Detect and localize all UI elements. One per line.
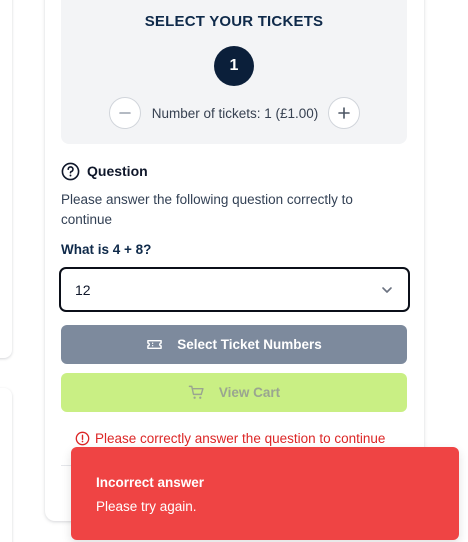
ticket-count-label: Number of tickets: 1 (£1.00) [151,106,319,121]
decrease-tickets-button[interactable] [109,97,141,129]
question-title: Question [87,163,148,179]
answer-selected-value: 12 [75,281,91,298]
cart-icon [188,385,204,399]
question-circle-icon [61,162,80,180]
side-card-top [0,0,12,358]
validation-error: Please correctly answer the question to … [75,431,385,446]
question-header: Question [61,161,148,181]
select-ticket-numbers-label: Select Ticket Numbers [177,337,322,352]
view-cart-label: View Cart [218,385,281,400]
toast-message: Please try again. [96,499,197,514]
error-toast[interactable]: Incorrect answer Please try again. [71,447,459,540]
toast-title: Incorrect answer [96,475,205,490]
select-ticket-numbers-button[interactable]: Select Ticket Numbers [61,325,407,364]
ticket-count-display: 1 [214,46,254,86]
question-text: What is 4 + 8? [61,242,152,257]
minus-icon [119,112,131,114]
plus-icon [338,107,350,119]
ticket-selector-heading: SELECT YOUR TICKETS [144,13,324,30]
increase-tickets-button[interactable] [328,97,360,129]
question-description: Please answer the following question cor… [61,192,353,227]
view-cart-button[interactable]: View Cart [61,373,407,412]
chevron-down-icon [382,286,392,293]
ticket-icon [147,340,163,349]
ticket-selector-panel: SELECT YOUR TICKETS 1 Number of tickets:… [61,0,407,144]
validation-error-message: Please correctly answer the question to … [95,431,386,446]
side-card-bottom [0,388,12,542]
alert-circle-icon [75,431,90,446]
answer-select[interactable]: 12 [59,267,410,312]
